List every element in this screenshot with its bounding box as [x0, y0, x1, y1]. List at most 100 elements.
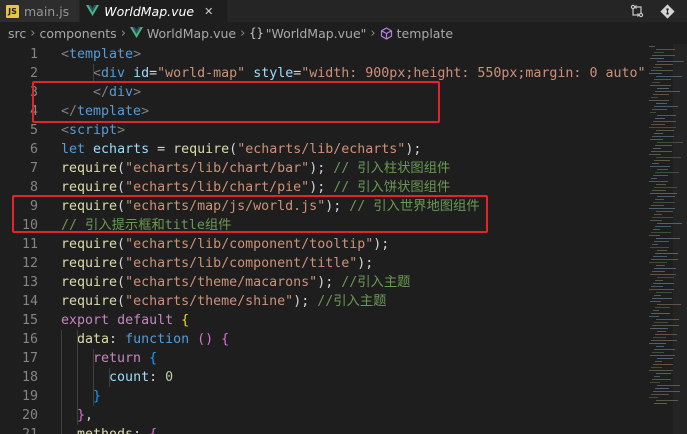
minimap-line [656, 184, 666, 185]
minimap-line [654, 52, 664, 53]
line-number: 20 [21, 408, 38, 423]
minimap-line [652, 82, 660, 83]
minimap-line [653, 94, 669, 95]
code-line[interactable]: 15 export default { [0, 311, 645, 330]
minimap-line [653, 337, 666, 338]
chevron-right-icon: › [30, 25, 36, 41]
code-text: require("echarts/theme/macarons"); //引入主… [61, 275, 411, 290]
minimap-line [654, 376, 660, 377]
minimap-line [654, 295, 661, 296]
minimap-line [653, 283, 674, 284]
minimap-line [655, 361, 662, 362]
line-number: 21 [0, 425, 38, 434]
code-line[interactable]: 14 require("echarts/theme/shine"); //引入主题 [0, 292, 645, 311]
minimap-line [649, 46, 655, 47]
minimap-line [654, 322, 668, 323]
minimap-line [651, 286, 663, 287]
minimap-line [657, 358, 673, 359]
minimap-line [656, 103, 667, 104]
code-text: export default { [61, 313, 190, 328]
minimap-line [655, 280, 663, 281]
breadcrumb-template[interactable]: template [397, 26, 453, 41]
minimap-line [651, 70, 673, 71]
code-line[interactable]: 5 <script> [0, 121, 645, 140]
minimap-line [651, 313, 670, 314]
line-number: 16 [21, 332, 38, 347]
vertical-scrollbar[interactable] [673, 44, 687, 434]
line-number: 13 [21, 275, 38, 290]
breadcrumb: src › components › WorldMap.vue › {} "Wo… [0, 22, 687, 44]
minimap-line [657, 169, 668, 170]
chevron-right-icon: › [240, 25, 246, 41]
highlight-box-world-map-import [12, 195, 488, 233]
line-number: 14 [21, 294, 38, 309]
code-line[interactable]: 17 return { [0, 349, 645, 368]
line-number: 17 [21, 351, 38, 366]
minimap-line [651, 367, 662, 368]
code-line[interactable]: 6 let echarts = require("echarts/lib/echa… [0, 140, 645, 159]
minimap-line [657, 88, 669, 89]
code-text: <template> [61, 47, 142, 62]
minimap-line [653, 256, 667, 257]
close-icon[interactable]: ✕ [204, 5, 213, 18]
indent-guide [77, 330, 78, 425]
minimap-line [653, 229, 660, 230]
code-line[interactable]: 16 data: function () { [0, 330, 645, 349]
tab-main-js[interactable]: JS main.js [0, 0, 81, 22]
minimap-line [650, 328, 668, 329]
minimap-line [649, 262, 667, 263]
code-line[interactable]: 11 require("echarts/lib/component/tooltip… [0, 235, 645, 254]
highlight-box-echarts-import [32, 81, 440, 123]
line-number: 15 [21, 313, 38, 328]
line-number: 12 [21, 256, 38, 271]
minimap-line [657, 250, 667, 251]
code-line[interactable]: 19 } [0, 387, 645, 406]
minimap-line [652, 298, 672, 299]
breadcrumb-components[interactable]: components [39, 26, 116, 41]
minimap-line [653, 175, 668, 176]
minimap-line [650, 301, 661, 302]
vue-file-icon [129, 27, 143, 39]
minimap-line [649, 100, 669, 101]
tab-worldmap-vue[interactable]: WorldMap.vue ✕ [80, 0, 229, 22]
minimap-line [654, 133, 663, 134]
line-number: 7 [29, 161, 38, 176]
compare-icon[interactable] [629, 3, 645, 19]
code-line[interactable]: 21 methods: { [0, 425, 645, 434]
line-number: 1 [29, 47, 38, 62]
minimap-line [656, 130, 674, 131]
minimap-line [650, 355, 675, 356]
js-file-icon: JS [6, 4, 19, 18]
minimap-line [651, 97, 658, 98]
minimap-line [654, 403, 667, 404]
breadcrumb-object[interactable]: "WorldMap.vue" [266, 26, 367, 41]
minimap-line [655, 118, 665, 119]
minimap-line [651, 394, 669, 395]
minimap-line [656, 373, 671, 374]
code-line[interactable]: 7 require("echarts/lib/chart/bar"); // 引入… [0, 159, 645, 178]
code-line[interactable]: 12 require("echarts/lib/component/title")… [0, 254, 645, 273]
code-line[interactable]: 18 count: 0 [0, 368, 645, 387]
minimap-line [649, 343, 666, 344]
line-number: 11 [21, 237, 38, 252]
minimap-line [655, 64, 673, 65]
minimap-line [654, 241, 669, 242]
minimap-line [656, 265, 665, 266]
minimap-line [654, 214, 662, 215]
editor-actions [629, 0, 687, 22]
code-editor[interactable]: 1 <template> 2 <div id="world-map" style="… [0, 44, 645, 434]
breadcrumb-file[interactable]: WorldMap.vue [147, 26, 236, 41]
git-icon[interactable] [659, 3, 675, 19]
minimap-line [650, 112, 656, 113]
code-line[interactable]: 13 require("echarts/theme/macarons"); //引… [0, 273, 645, 292]
minimap-line [655, 388, 669, 389]
minimap-line [654, 79, 671, 80]
breadcrumb-src[interactable]: src [8, 26, 26, 41]
object-symbol-icon: {} [249, 26, 264, 40]
minimap-line [656, 346, 664, 347]
code-line[interactable]: 20 }, [0, 406, 645, 425]
code-line[interactable]: 1 <template> [0, 45, 645, 64]
minimap-line [652, 190, 666, 191]
minimap-line [652, 352, 664, 353]
indent-guide [93, 349, 94, 406]
